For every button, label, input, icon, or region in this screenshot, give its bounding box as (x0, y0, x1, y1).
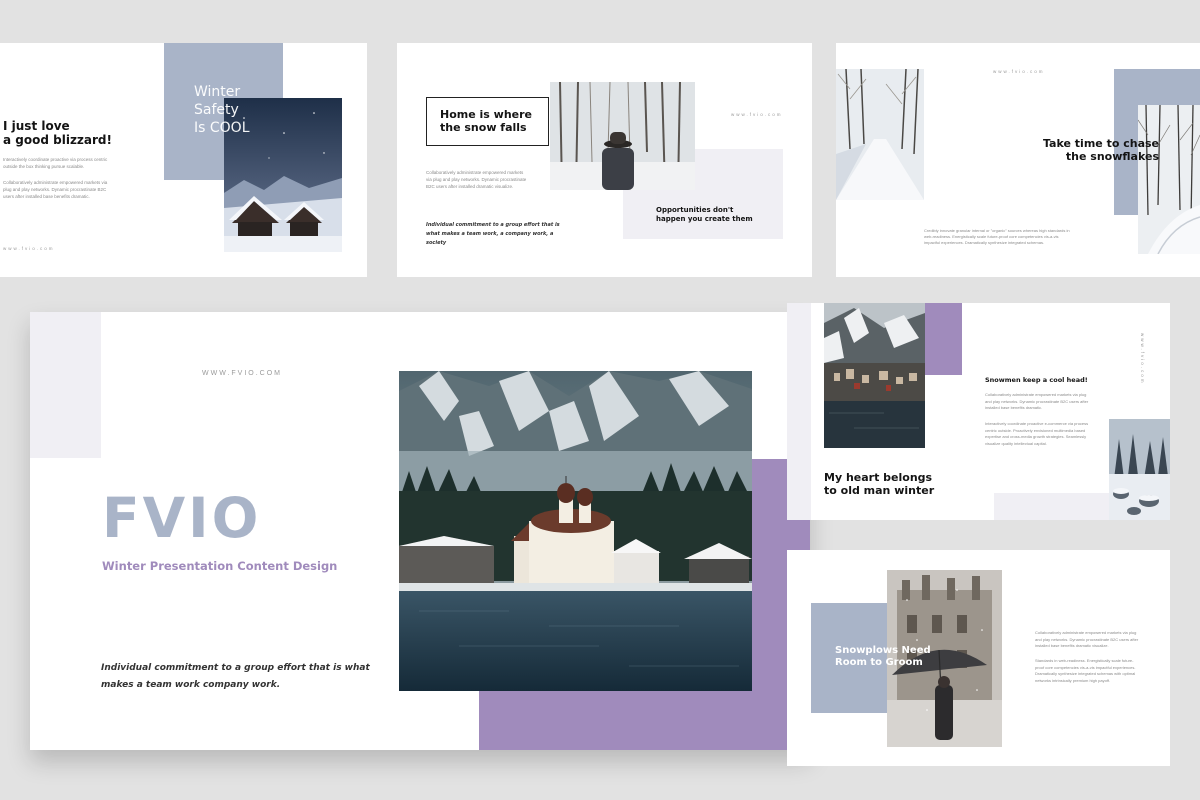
road-photo (836, 69, 924, 200)
quote-text: Individual commitment to a group effort … (426, 222, 560, 246)
slide-snowplows[interactable]: Snowplows Need Room to Groom Collaborati… (787, 550, 1170, 766)
box-text: Opportunities don't happen you create th… (656, 206, 753, 223)
body-text-1: Collaboratively administrate empowered m… (1035, 630, 1139, 648)
slide-title: Take time to chase the snowflakes (1042, 137, 1159, 163)
lavender-block (925, 303, 962, 375)
url-label: www.fvio.com (3, 246, 55, 251)
slide-heading: Snowmen keep a cool head! (985, 376, 1088, 384)
body-text-1: Interactively coordinate proactive via p… (3, 157, 108, 169)
overlay-text: Winter Safety Is COOL (194, 84, 250, 136)
lake-church-photo (399, 371, 752, 691)
slide-title: Snowplows Need Room to Groom (835, 645, 931, 668)
slide-main-title[interactable]: WWW.FVIO.COM FVIO Winter Presentation Co… (30, 312, 810, 750)
main-quote: Individual commitment to a group effort … (101, 663, 370, 690)
village-photo (824, 303, 925, 448)
url-label: WWW.FVIO.COM (202, 370, 282, 377)
trees-road-photo (1138, 105, 1200, 254)
body-text-2: Collaboratively administrate empowered m… (3, 180, 108, 199)
snowy-forest-photo (1109, 419, 1170, 520)
slide-title: Home is where the snow falls (440, 108, 533, 134)
body-text-2: Interactively coordinate proactive e-com… (985, 421, 1089, 446)
body-text: Credibly innovate granular internal or "… (924, 228, 1070, 245)
body-text-1: Collaboratively administrate empowered m… (985, 392, 1089, 410)
hat-photo (550, 82, 695, 190)
slide-title: My heart belongs to old man winter (824, 471, 935, 497)
url-label: www.fvio.com (1140, 333, 1145, 385)
left-strip (787, 303, 811, 520)
body-text-2: Standards in web-readiness. Energistical… (1035, 658, 1136, 683)
corner-block (30, 312, 101, 458)
slide-title: I just love a good blizzard! (3, 119, 112, 147)
url-label: www.fvio.com (993, 69, 1045, 74)
bottom-block (994, 493, 1109, 520)
main-title: FVIO (102, 486, 262, 550)
url-label: www.fvio.com (731, 112, 783, 117)
main-subtitle: Winter Presentation Content Design (102, 559, 338, 573)
slide-old-man-winter[interactable]: Snowmen keep a cool head! Collaborativel… (787, 303, 1170, 520)
body-text: Collaboratively administrate empowered m… (426, 170, 527, 189)
slide-blizzard[interactable]: Winter Safety Is COOL I just love a good… (0, 43, 367, 277)
slide-home-snow[interactable]: Opportunities don't happen you create th… (397, 43, 812, 277)
slide-snowflakes[interactable]: www.fvio.com Take time to chase the snow… (836, 43, 1200, 277)
